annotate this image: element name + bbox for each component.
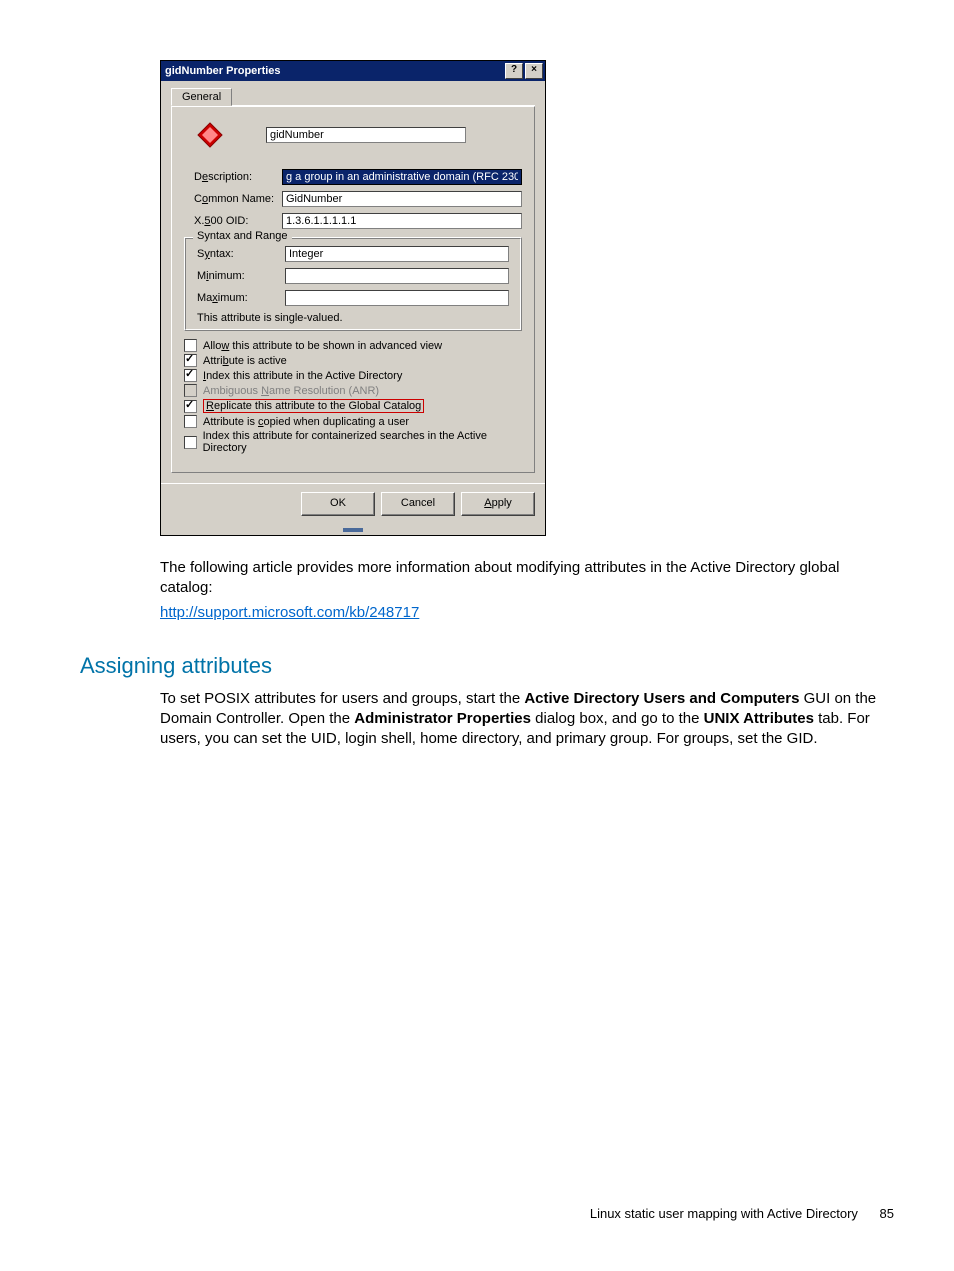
x500-oid-label: X.500 OID: — [194, 215, 282, 227]
titlebar[interactable]: gidNumber Properties ? × — [161, 61, 545, 81]
description-label: Description: — [194, 171, 282, 183]
article-intro: The following article provides more info… — [160, 558, 894, 599]
checkbox-row-4[interactable]: Replicate this attribute to the Global C… — [184, 399, 522, 413]
apply-button[interactable]: Apply — [461, 492, 535, 516]
checkbox-6[interactable] — [184, 436, 197, 449]
window-title: gidNumber Properties — [165, 65, 281, 77]
checkbox-2[interactable] — [184, 369, 197, 382]
help-icon[interactable]: ? — [505, 63, 523, 79]
checkbox-0[interactable] — [184, 339, 197, 352]
checkbox-label-1: Attribute is active — [203, 355, 287, 367]
cancel-button[interactable]: Cancel — [381, 492, 455, 516]
common-name-field[interactable] — [282, 191, 522, 207]
name-field[interactable] — [266, 127, 466, 143]
syntax-range-group: Syntax and Range Syntax: Minimum: Maximu… — [184, 237, 522, 331]
footer-text: Linux static user mapping with Active Di… — [590, 1206, 858, 1221]
description-field[interactable] — [282, 169, 522, 185]
checkbox-row-2[interactable]: Index this attribute in the Active Direc… — [184, 369, 522, 382]
ok-button[interactable]: OK — [301, 492, 375, 516]
assigning-paragraph: To set POSIX attributes for users and gr… — [160, 689, 894, 750]
checkbox-1[interactable] — [184, 354, 197, 367]
checkbox-row-1[interactable]: Attribute is active — [184, 354, 522, 367]
maximum-label: Maximum: — [197, 292, 285, 304]
resize-handle[interactable] — [161, 523, 545, 535]
checkbox-row-6[interactable]: Index this attribute for containerized s… — [184, 430, 522, 454]
section-heading: Assigning attributes — [80, 653, 894, 679]
single-valued-note: This attribute is single-valued. — [197, 312, 509, 324]
page-footer: Linux static user mapping with Active Di… — [590, 1206, 894, 1221]
close-icon[interactable]: × — [525, 63, 543, 79]
checkbox-label-3: Ambiguous Name Resolution (ANR) — [203, 385, 379, 397]
checkbox-label-6: Index this attribute for containerized s… — [203, 430, 522, 454]
syntax-field[interactable] — [285, 246, 509, 262]
checkbox-row-5[interactable]: Attribute is copied when duplicating a u… — [184, 415, 522, 428]
attribute-icon — [194, 119, 226, 151]
checkbox-label-5: Attribute is copied when duplicating a u… — [203, 416, 409, 428]
syntax-range-legend: Syntax and Range — [193, 230, 292, 242]
tab-general[interactable]: General — [171, 88, 232, 106]
minimum-field[interactable] — [285, 268, 509, 284]
checkbox-label-0: Allow this attribute to be shown in adva… — [203, 340, 442, 352]
checkbox-row-3: Ambiguous Name Resolution (ANR) — [184, 384, 522, 397]
kb-link[interactable]: http://support.microsoft.com/kb/248717 — [160, 604, 419, 621]
page-number: 85 — [880, 1206, 894, 1221]
common-name-label: Common Name: — [194, 193, 282, 205]
checkbox-5[interactable] — [184, 415, 197, 428]
checkbox-row-0[interactable]: Allow this attribute to be shown in adva… — [184, 339, 522, 352]
maximum-field[interactable] — [285, 290, 509, 306]
properties-dialog: gidNumber Properties ? × General — [160, 60, 546, 536]
checkbox-4[interactable] — [184, 400, 197, 413]
x500-oid-field[interactable] — [282, 213, 522, 229]
minimum-label: Minimum: — [197, 270, 285, 282]
checkbox-label-4: Replicate this attribute to the Global C… — [203, 399, 424, 413]
syntax-label: Syntax: — [197, 248, 285, 260]
checkbox-3 — [184, 384, 197, 397]
checkbox-label-2: Index this attribute in the Active Direc… — [203, 370, 402, 382]
